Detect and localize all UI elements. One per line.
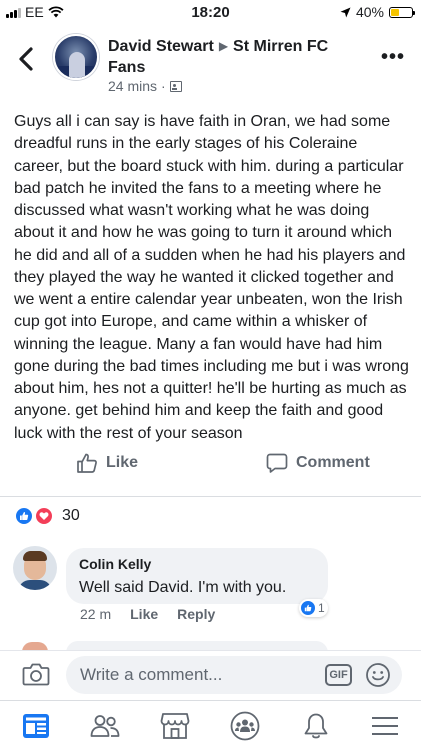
comment-bubble[interactable]: Colin Kelly Well said David. I'm with yo… <box>66 548 328 604</box>
arrow-right-icon: ▶ <box>218 39 229 53</box>
love-reaction-icon <box>34 506 54 526</box>
meta-separator: · <box>161 78 166 94</box>
tab-notifications[interactable] <box>301 711 331 741</box>
commenter-avatar[interactable] <box>13 546 57 590</box>
tab-menu[interactable] <box>370 711 400 741</box>
author-avatar[interactable] <box>53 34 99 80</box>
like-label: Like <box>106 454 139 471</box>
comment-composer: GIF <box>0 650 421 698</box>
reaction-count: 30 <box>62 507 80 524</box>
gif-button[interactable]: GIF <box>325 664 352 686</box>
battery-icon <box>389 6 415 18</box>
tab-bar <box>0 700 421 750</box>
tab-friends[interactable] <box>90 711 120 741</box>
comment-author[interactable]: Colin Kelly <box>79 556 315 573</box>
tab-groups[interactable] <box>230 711 260 741</box>
like-reaction-icon <box>14 506 34 526</box>
comment-text: Well said David. I'm with you. <box>79 579 287 596</box>
groups-icon <box>230 711 260 741</box>
back-icon[interactable] <box>14 44 40 74</box>
news-feed-icon <box>23 714 49 738</box>
thumbs-up-icon <box>77 453 97 473</box>
emoji-icon[interactable] <box>365 662 391 688</box>
comment-reply-button[interactable]: Reply <box>177 606 215 622</box>
post-actions: Like Comment <box>0 452 421 488</box>
notifications-icon <box>304 713 328 739</box>
post-header: David Stewart ▶ St Mirren FC Fans 24 mins … <box>0 28 421 98</box>
status-right: 40% <box>340 4 415 20</box>
menu-icon <box>372 717 398 735</box>
like-reaction-icon <box>300 600 316 616</box>
comment-reactions[interactable]: 1 <box>299 599 328 617</box>
post-time[interactable]: 24 mins <box>108 78 157 94</box>
author-name[interactable]: David Stewart <box>108 38 214 55</box>
comment-label: Comment <box>296 454 370 471</box>
comment-meta: 22 m Like Reply <box>80 606 215 622</box>
tab-marketplace[interactable] <box>160 711 190 741</box>
post-body: Guys all i can say is have faith in Oran… <box>14 113 409 442</box>
comment-reaction-count: 1 <box>318 601 325 615</box>
camera-icon[interactable] <box>22 661 50 687</box>
like-button[interactable]: Like <box>76 452 138 474</box>
comment-icon <box>266 453 288 473</box>
battery-fill <box>391 8 399 16</box>
comment-like-button[interactable]: Like <box>130 606 158 622</box>
friends-icon <box>90 715 120 737</box>
comment-button[interactable]: Comment <box>266 452 370 474</box>
reactions-summary[interactable]: 30 <box>14 506 80 526</box>
divider <box>0 496 421 497</box>
status-bar: EE 18:20 40% <box>0 0 421 24</box>
location-arrow-icon <box>340 7 351 17</box>
battery-percent: 40% <box>355 4 384 20</box>
more-options-icon[interactable]: ••• <box>381 46 405 69</box>
tab-news-feed[interactable] <box>21 711 51 741</box>
comment-time: 22 m <box>80 606 112 622</box>
audience-icon <box>169 80 182 92</box>
marketplace-icon <box>160 713 190 739</box>
post-meta: 24 mins · <box>108 78 182 94</box>
post-title: David Stewart ▶ St Mirren FC Fans <box>108 36 368 78</box>
